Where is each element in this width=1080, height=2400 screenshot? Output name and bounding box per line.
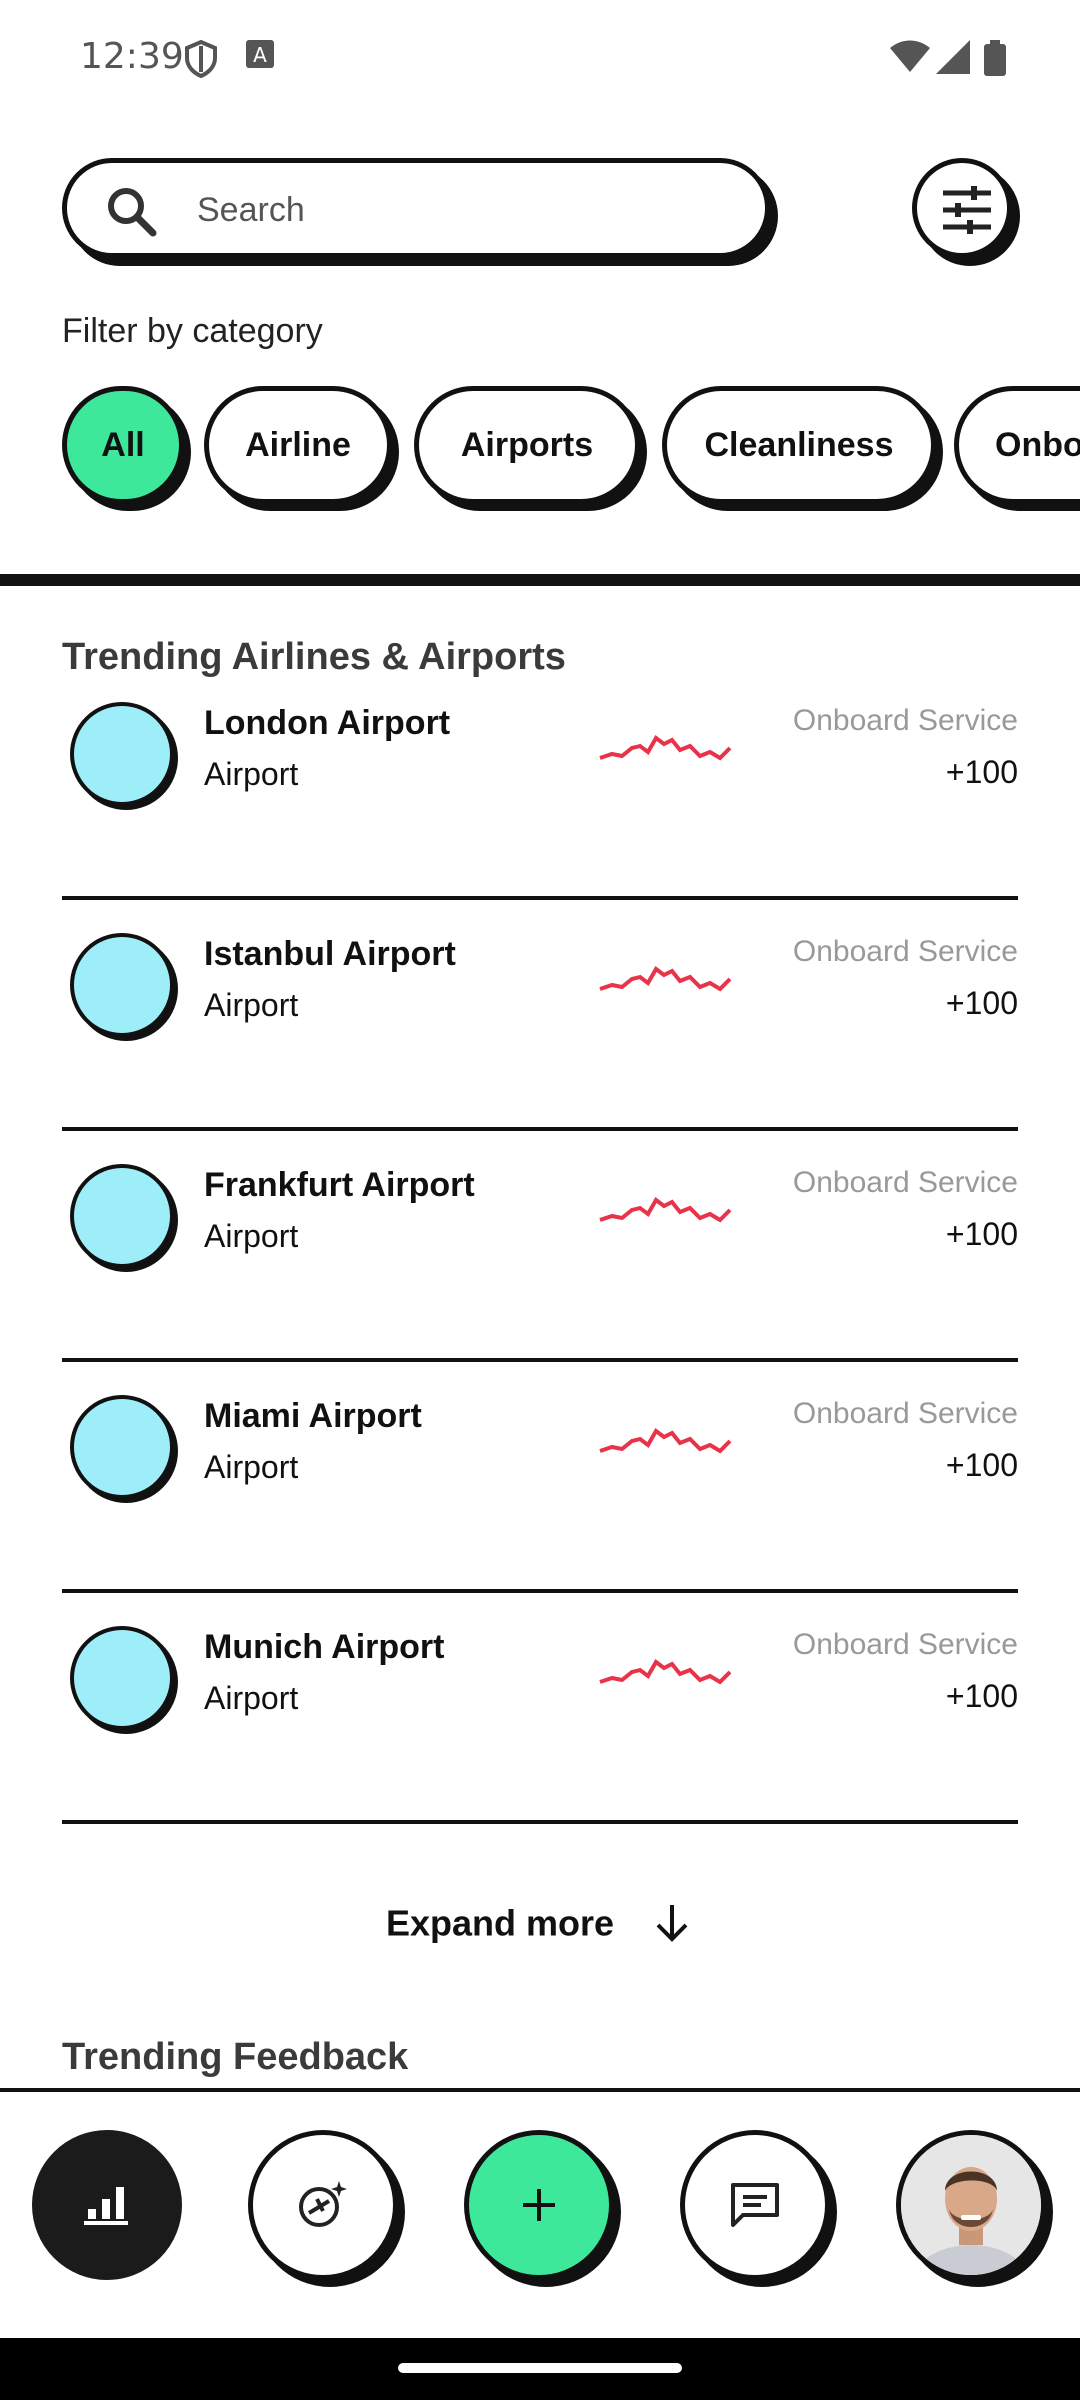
search-bar[interactable]: Search [62,158,770,258]
airplane-sparkle-icon [299,2181,347,2227]
keyboard-a-icon: A [246,40,274,68]
chip-airline[interactable]: Airline [204,386,392,504]
search-icon [108,188,157,237]
item-type: Airport [204,987,299,1023]
item-type: Airport [204,756,299,792]
row-divider [62,1127,1018,1131]
row-divider [62,1589,1018,1593]
nav-messages-button[interactable] [680,2130,830,2280]
sparkline [599,1428,732,1454]
item-name: Munich Airport [204,1628,445,1666]
item-type: Airport [204,1218,299,1254]
filter-button[interactable] [912,158,1012,258]
nav-stats-button[interactable] [32,2130,182,2280]
section-divider [0,574,1080,586]
row-divider [62,1820,1018,1824]
item-type: Airport [204,1680,299,1716]
metric-value: +100 [945,1447,1018,1483]
sliders-icon [943,186,991,234]
nav-review-button[interactable] [248,2130,398,2280]
metric-label: Onboard Service [792,704,1018,737]
metric-value: +100 [945,1678,1018,1714]
feedback-title: Trending Feedback [62,2036,409,2078]
metric-label: Onboard Service [792,1166,1018,1199]
chip-all[interactable]: All [62,386,184,504]
item-name: Istanbul Airport [204,935,456,973]
wifi-icon [890,40,930,72]
avatar [70,1395,174,1499]
metric-label: Onboard Service [792,935,1018,968]
list-item[interactable]: London Airport Airport Onboard Service +… [62,670,1018,900]
home-handle[interactable] [398,2363,682,2373]
avatar [70,1164,174,1268]
avatar [70,702,174,806]
list-item[interactable]: Miami Airport Airport Onboard Service +1… [62,1363,1018,1593]
metric-label: Onboard Service [792,1397,1018,1430]
item-name: London Airport [204,704,451,742]
metric-value: +100 [945,985,1018,1021]
category-chips: All Airline Airports Cleanliness Onbo [62,386,1080,514]
list-item[interactable]: Frankfurt Airport Airport Onboard Servic… [62,1132,1018,1362]
chip-airports[interactable]: Airports [414,386,640,504]
svg-text:A: A [253,43,267,67]
sparkline [599,735,732,761]
plus-icon [523,2189,555,2221]
row-divider [62,896,1018,900]
item-name: Frankfurt Airport [204,1166,475,1204]
bottom-nav [0,2092,1080,2338]
chart-icon [84,2187,128,2225]
message-icon [731,2183,779,2227]
expand-more-button[interactable]: Expand more [0,1900,1080,1945]
nav-profile-button[interactable] [896,2130,1046,2280]
item-name: Miami Airport [204,1397,422,1435]
expand-more-label: Expand more [385,1902,615,1944]
avatar [70,1626,174,1730]
list-item[interactable]: Munich Airport Airport Onboard Service +… [62,1594,1018,1824]
filter-section-title: Filter by category [62,312,323,350]
sparkline [599,966,732,992]
sparkline [599,1197,732,1223]
chip-onboard[interactable]: Onbo [954,386,1080,504]
status-time: 12:39 [80,36,184,77]
shield-icon [185,40,217,78]
metric-value: +100 [945,1216,1018,1252]
battery-icon [984,40,1006,76]
search-input[interactable]: Search [197,191,305,230]
arrow-down-icon [656,1905,688,1943]
sparkline [599,1659,732,1685]
status-bar: 12:39 A [0,0,1080,120]
row-divider [62,1358,1018,1362]
avatar [70,933,174,1037]
item-type: Airport [204,1449,299,1485]
list-item[interactable]: Istanbul Airport Airport Onboard Service… [62,901,1018,1131]
metric-label: Onboard Service [792,1628,1018,1661]
metric-value: +100 [945,754,1018,790]
chip-cleanliness[interactable]: Cleanliness [662,386,936,504]
profile-avatar [901,2135,1041,2275]
signal-icon [936,40,970,74]
nav-add-button[interactable] [464,2130,614,2280]
